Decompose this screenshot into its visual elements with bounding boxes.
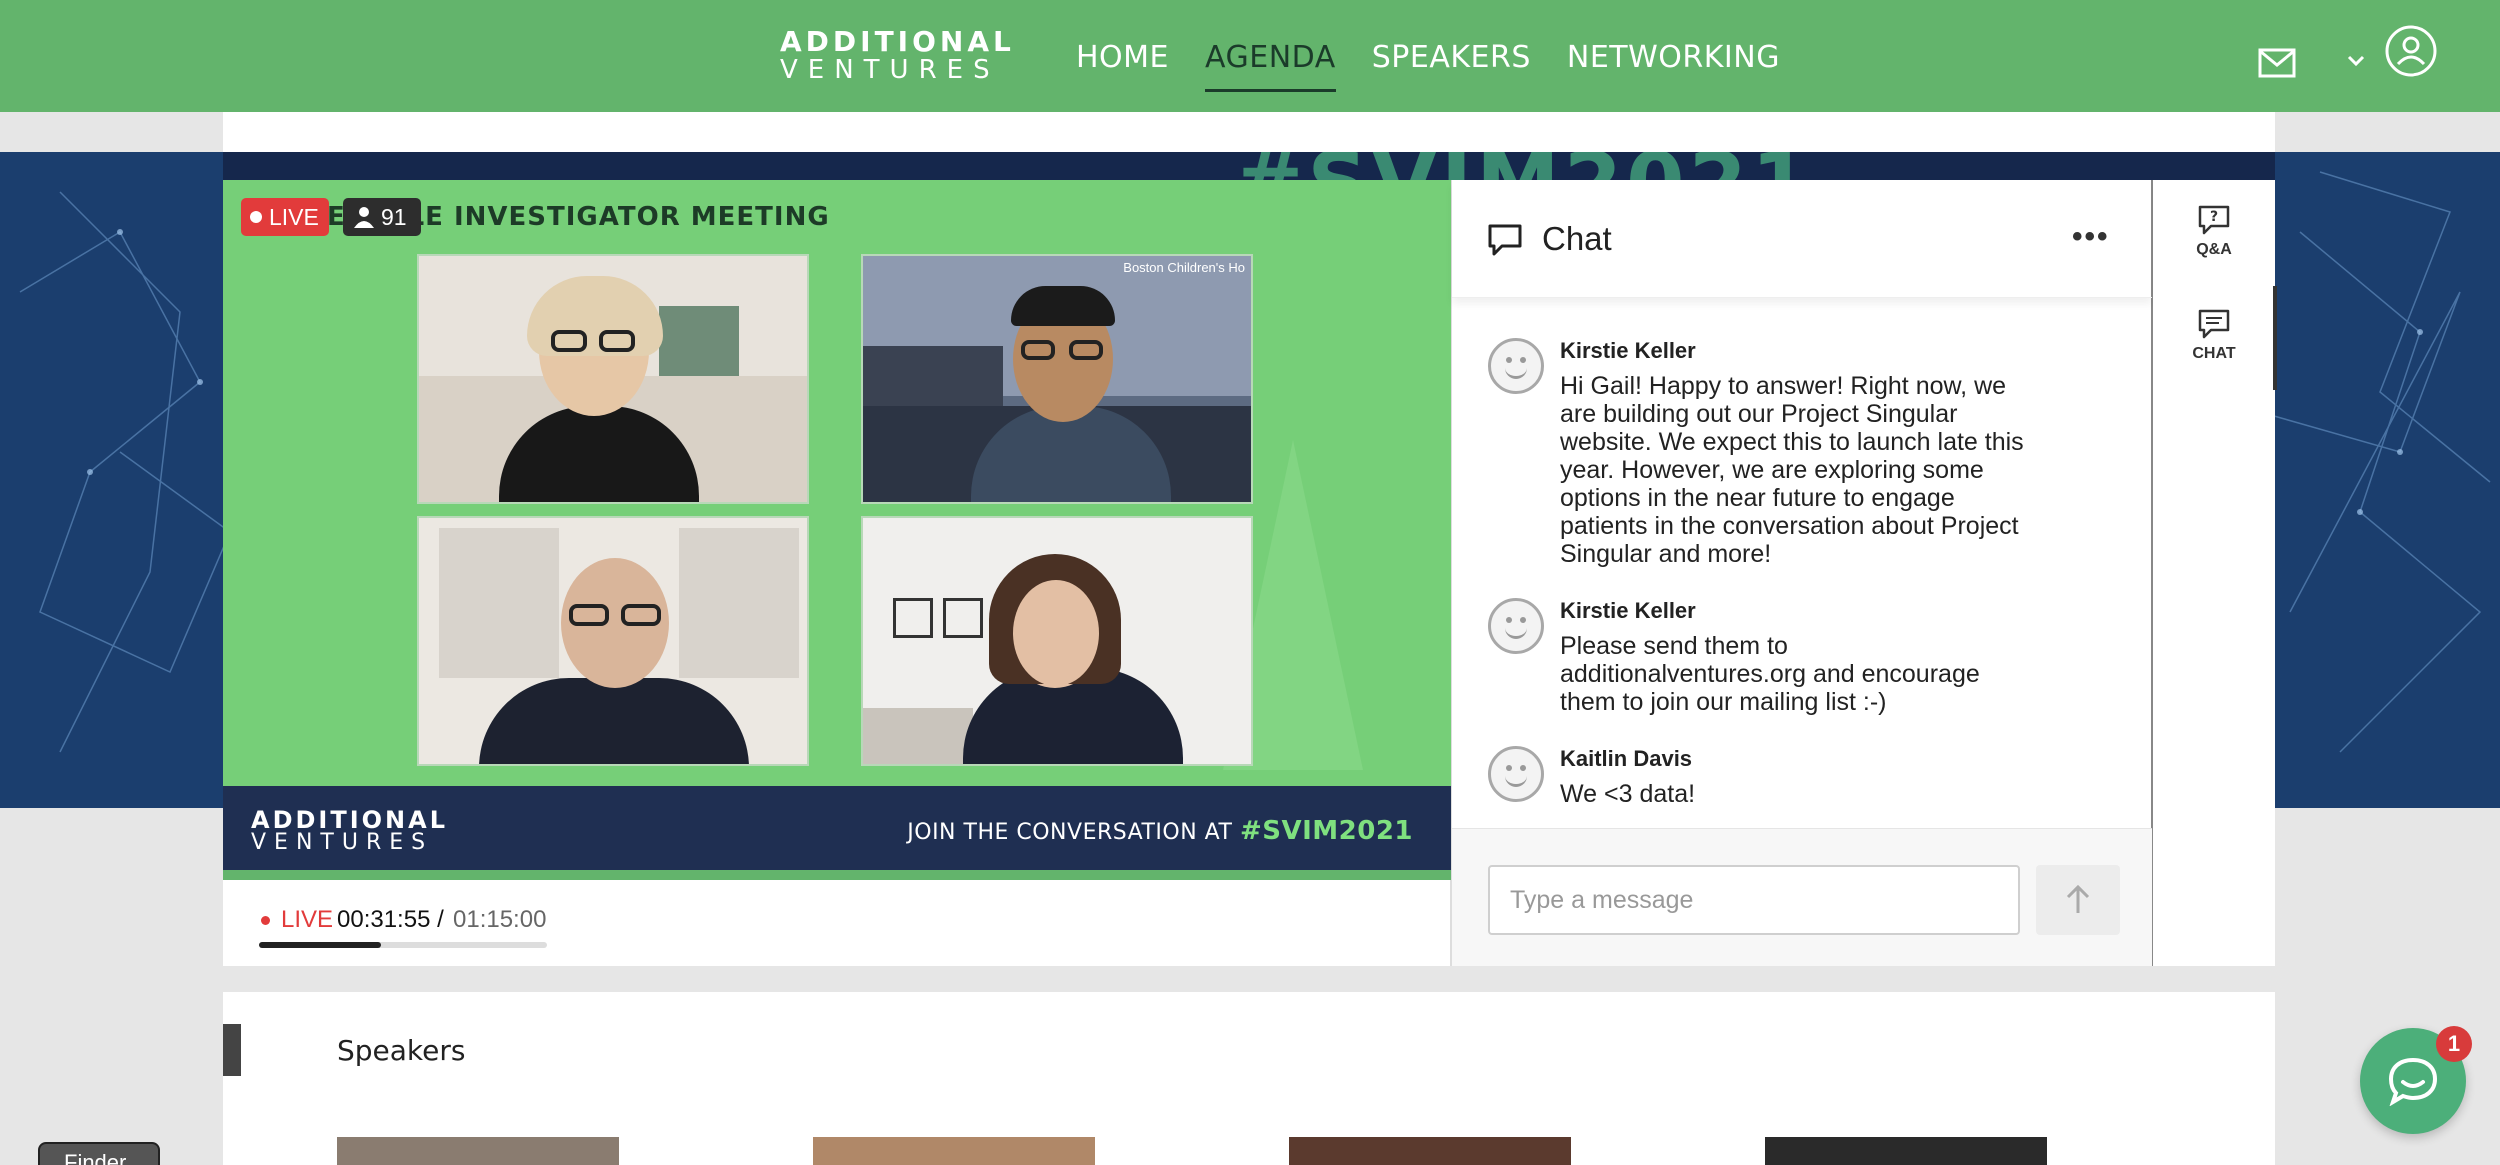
message-text: Hi Gail! Happy to answer! Right now, we … (1560, 372, 2024, 568)
logo-line-1: ADDITIONAL (780, 25, 1015, 58)
chat-panel: Chat ••• Kirstie Keller Hi Gail! Happy t… (1451, 180, 2153, 966)
video-logo: ADDITIONAL VENTURES (251, 806, 449, 855)
additional-ventures-logo[interactable]: ADDITIONAL VENTURES (780, 25, 1015, 85)
join-hashtag: #SVIM2021 (1239, 816, 1413, 846)
chat-message-input[interactable] (1488, 865, 2020, 935)
speakers-title: Speakers (337, 1034, 466, 1067)
live-indicator-dot (261, 916, 270, 925)
current-time: 00:31:55 / (337, 906, 444, 934)
speaker-tile-4[interactable] (861, 516, 1253, 766)
chat-tab-icon (2198, 309, 2230, 339)
side-rail: ? Q&A CHAT (2153, 180, 2277, 966)
chat-message: Kaitlin Davis We <3 data! (1488, 746, 2088, 826)
chat-message: Kirstie Keller Please send them to addit… (1488, 598, 2088, 728)
notification-badge: 1 (2436, 1026, 2472, 1062)
finder-tooltip: Finder (38, 1142, 160, 1165)
current-time-value: 00:31:55 (337, 906, 431, 933)
nav-home[interactable]: HOME (1076, 40, 1169, 92)
speaker-card[interactable] (1765, 1137, 2047, 1165)
svg-text:?: ? (2210, 209, 2218, 225)
chat-bubble-icon (1488, 224, 1522, 256)
chat-header: Chat ••• (1452, 180, 2152, 298)
avatar (1488, 598, 1544, 654)
user-icon[interactable] (2384, 24, 2438, 78)
player-controls: LIVE 00:31:55 / 01:15:00 (223, 880, 1451, 966)
scrollbar-thumb[interactable] (2273, 286, 2277, 390)
video-logo-line-1: ADDITIONAL (251, 806, 449, 834)
chat-tab-label: CHAT (2192, 345, 2236, 362)
live-label: LIVE (281, 906, 334, 933)
main-nav: HOME AGENDA SPEAKERS NETWORKING (1076, 40, 1780, 92)
speaker-tile-2[interactable]: Boston Children's Ho (861, 254, 1253, 504)
speaker-tile-3[interactable] (417, 516, 809, 766)
chat-more-options[interactable]: ••• (2072, 220, 2110, 254)
section-marker (223, 1024, 241, 1076)
message-text: Please send them to additionalventures.o… (1560, 632, 1980, 716)
video-logo-line-2: VENTURES (251, 830, 434, 855)
speaker-tile-1[interactable] (417, 254, 809, 504)
time-separator: / (430, 906, 444, 933)
chat-tab[interactable]: CHAT (2153, 308, 2275, 363)
message-text: We <3 data! (1560, 780, 1696, 808)
nav-networking[interactable]: NETWORKING (1567, 40, 1780, 92)
viewer-count: 91 (343, 198, 421, 236)
chat-launcher-icon (2388, 1057, 2438, 1106)
speaker-card[interactable] (813, 1137, 1095, 1165)
nav-agenda[interactable]: AGENDA (1205, 40, 1336, 92)
person-icon (354, 207, 374, 228)
arrow-up-icon (2066, 884, 2090, 913)
total-time: 01:15:00 (453, 906, 547, 933)
chat-message-list[interactable]: Kirstie Keller Hi Gail! Happy to answer!… (1452, 298, 2152, 828)
speakers-section: Speakers (223, 992, 2275, 1165)
message-author: Kaitlin Davis (1560, 746, 1693, 771)
nav-speakers[interactable]: SPEAKERS (1372, 40, 1531, 92)
send-button[interactable] (2036, 865, 2120, 935)
tile-label: Boston Children's Ho (1123, 260, 1245, 275)
message-author: Kirstie Keller (1560, 338, 1696, 363)
speaker-card[interactable] (1289, 1137, 1571, 1165)
chat-title: Chat (1542, 220, 1612, 257)
join-text: JOIN THE CONVERSATION AT (907, 820, 1233, 845)
top-navigation-bar: ADDITIONAL VENTURES HOME AGENDA SPEAKERS… (0, 0, 2500, 112)
qa-icon: ? (2198, 205, 2230, 235)
qa-label: Q&A (2196, 241, 2232, 258)
banner-top-strip (223, 112, 2275, 152)
avatar (1488, 746, 1544, 802)
speaker-card[interactable] (337, 1137, 619, 1165)
join-conversation-text: JOIN THE CONVERSATION AT #SVIM2021 (907, 816, 1413, 846)
chat-composer (1452, 828, 2152, 966)
avatar (1488, 338, 1544, 394)
message-author: Kirstie Keller (1560, 598, 1696, 623)
live-badge: LIVE (241, 198, 329, 236)
progress-bar-fill (259, 942, 382, 948)
video-player[interactable]: E RICLE INVESTIGATOR MEETING Boston Chil… (223, 180, 1451, 880)
progress-bar[interactable] (259, 942, 547, 948)
chat-message: Kirstie Keller Hi Gail! Happy to answer!… (1488, 338, 2088, 588)
logo-line-2: VENTURES (780, 55, 1000, 85)
chevron-down-icon[interactable] (2346, 54, 2366, 68)
video-lower-third: ADDITIONAL VENTURES JOIN THE CONVERSATIO… (223, 786, 1451, 880)
mail-icon[interactable] (2258, 48, 2296, 78)
viewer-count-value: 91 (381, 204, 407, 230)
qa-tab[interactable]: ? Q&A (2153, 204, 2275, 259)
session-panel: E RICLE INVESTIGATOR MEETING Boston Chil… (223, 180, 2277, 966)
